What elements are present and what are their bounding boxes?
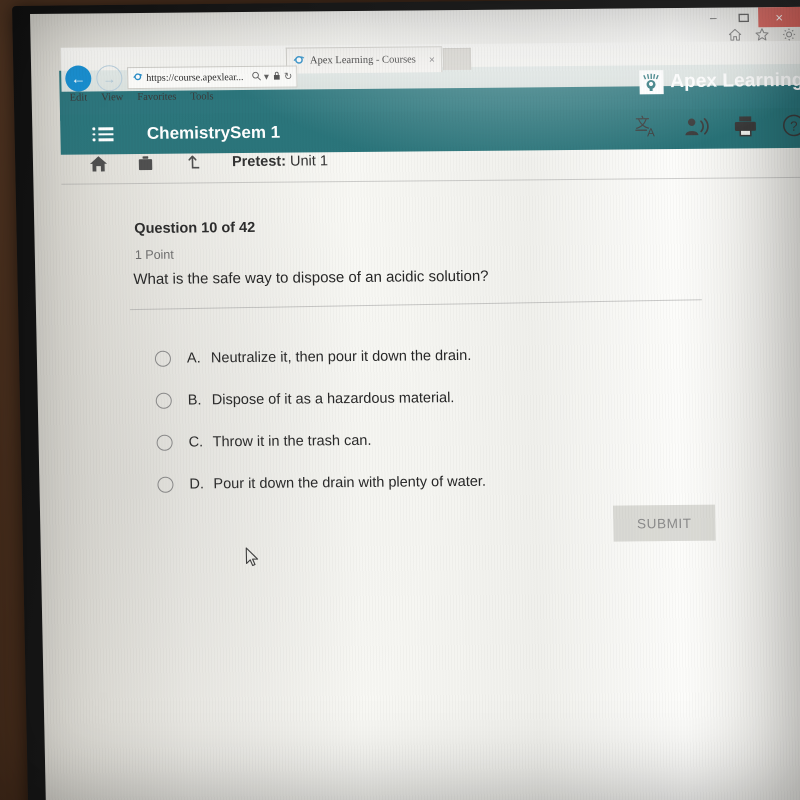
minimize-button[interactable]: – [698, 8, 728, 28]
help-icon[interactable]: ? [781, 113, 800, 138]
new-tab-button[interactable] [442, 47, 472, 71]
breadcrumb-label: Pretest: Unit 1 [232, 153, 328, 170]
brand-name: Apex Learning [669, 69, 800, 93]
option-text: Throw it in the trash can. [212, 432, 372, 451]
radio-button-b[interactable] [155, 392, 172, 409]
svg-text:A: A [647, 127, 655, 139]
option-letter: A. [186, 350, 201, 367]
answer-option-c[interactable]: C. Throw it in the trash can. [156, 419, 485, 464]
apex-learning-brand: Apex Learning [638, 69, 800, 95]
question-prompt: What is the safe way to dispose of an ac… [133, 267, 489, 289]
translate-icon[interactable]: 文 A [634, 114, 660, 140]
up-level-arrow-icon[interactable] [183, 153, 202, 172]
menu-item-tools[interactable]: Tools [190, 91, 213, 102]
padlock-icon [272, 70, 281, 83]
option-text: Pour it down the drain with plenty of wa… [213, 473, 487, 493]
svg-text:?: ? [790, 119, 798, 134]
tab-apex-learning-courses[interactable]: Apex Learning - Courses × [285, 46, 443, 74]
refresh-icon[interactable]: ↻ [284, 71, 293, 82]
gear-icon[interactable] [781, 27, 796, 42]
option-letter: C. [188, 434, 204, 451]
question-content: Question 10 of 42 1 Point What is the sa… [61, 177, 800, 800]
print-icon[interactable] [733, 115, 757, 137]
tab-close-icon[interactable]: × [429, 54, 435, 66]
chevron-down-icon[interactable]: ▾ [264, 71, 269, 82]
ie-command-icons [727, 27, 796, 43]
address-bar[interactable]: https://course.apexlear... ▾ ↻ [127, 65, 298, 90]
monitor-screen: – × Apex Learning - Courses × ← → https:… [30, 6, 800, 800]
submit-button[interactable]: SUBMIT [612, 504, 716, 542]
answer-option-d[interactable]: D. Pour it down the drain with plenty of… [157, 461, 486, 506]
answer-option-a[interactable]: A. Neutralize it, then pour it down the … [154, 335, 484, 380]
site-favicon-icon [132, 71, 143, 85]
breadcrumb-prefix: Pretest: [231, 153, 287, 171]
radio-button-a[interactable] [154, 350, 172, 367]
close-window-button[interactable]: × [758, 6, 800, 28]
question-points: 1 Point [134, 247, 174, 263]
tab-title: Apex Learning - Courses [309, 54, 416, 67]
app-tool-icons: 文 A ? [634, 113, 800, 140]
option-text: Dispose of it as a hazardous material. [211, 390, 455, 409]
browser-menu-bar: Edit View Favorites Tools [70, 91, 214, 103]
home-icon[interactable] [727, 27, 742, 42]
answer-option-b[interactable]: B. Dispose of it as a hazardous material… [155, 377, 484, 422]
star-icon[interactable] [754, 27, 769, 42]
option-letter: B. [187, 392, 202, 409]
answer-options-list: A. Neutralize it, then pour it down the … [154, 335, 487, 506]
lightbulb-logo-icon [638, 70, 664, 95]
option-letter: D. [189, 476, 205, 493]
question-counter: Question 10 of 42 [134, 219, 256, 238]
tab-strip: Apex Learning - Courses × [285, 46, 472, 74]
menu-item-view[interactable]: View [101, 92, 123, 103]
maximize-icon [737, 13, 749, 22]
menu-item-favorites[interactable]: Favorites [137, 92, 176, 103]
question-divider [129, 299, 702, 311]
back-button[interactable]: ← [65, 65, 92, 92]
navigation-bar: ← → https://course.apexlear... ▾ ↻ [65, 64, 298, 92]
forward-button[interactable]: → [96, 65, 123, 92]
home-icon[interactable] [89, 154, 108, 173]
photograph-of-monitor: – × Apex Learning - Courses × ← → https:… [0, 0, 800, 800]
menu-item-edit[interactable]: Edit [70, 92, 88, 103]
search-icon[interactable] [251, 70, 261, 83]
breadcrumb-unit: Unit 1 [289, 153, 329, 170]
maximize-button[interactable] [728, 7, 758, 27]
list-menu-icon[interactable] [92, 127, 114, 142]
read-aloud-icon[interactable] [683, 115, 709, 137]
radio-button-c[interactable] [156, 434, 173, 451]
address-bar-text[interactable]: https://course.apexlear... [146, 71, 248, 84]
briefcase-icon[interactable] [136, 153, 155, 172]
mouse-cursor-icon [245, 547, 262, 574]
radio-button-d[interactable] [157, 476, 174, 493]
window-controls: – × [698, 6, 800, 28]
option-text: Neutralize it, then pour it down the dra… [210, 347, 472, 367]
course-title: ChemistrySem 1 [146, 122, 281, 143]
